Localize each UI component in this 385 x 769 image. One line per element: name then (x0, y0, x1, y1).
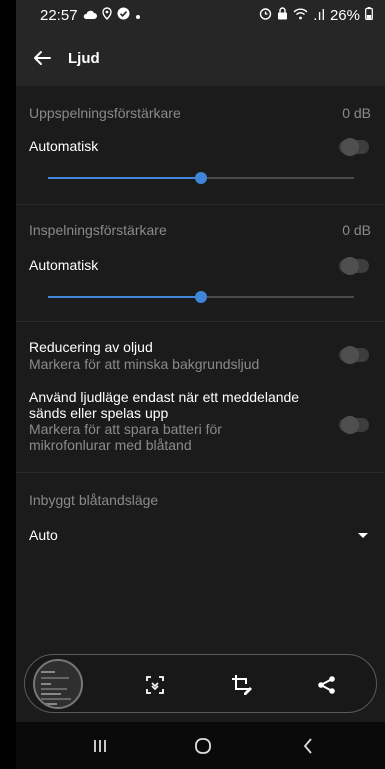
noise-reduction-toggle[interactable] (339, 346, 369, 364)
screen: 22:57 .ıl 26% Ljud Uppspelningsförstärka… (16, 0, 385, 769)
status-time: 22:57 (40, 6, 78, 24)
status-bar: 22:57 .ıl 26% (16, 0, 385, 30)
audio-mode-row[interactable]: Använd ljudläge endast när ett meddeland… (16, 383, 385, 453)
home-button[interactable] (189, 734, 217, 758)
screenshot-thumbnail[interactable] (33, 659, 83, 709)
screenshot-toolbar (24, 654, 377, 713)
playback-gain-slider[interactable] (48, 170, 354, 186)
audio-mode-title-line1: Använd ljudläge endast när ett meddeland… (29, 389, 300, 405)
audio-mode-subtitle-line1: Markera för att spara batteri för (29, 421, 222, 437)
back-nav-button[interactable] (294, 734, 322, 758)
home-icon (195, 738, 211, 754)
dot-icon (135, 7, 141, 24)
slider-fill (48, 296, 201, 298)
lock-icon (277, 6, 288, 24)
playback-auto-toggle[interactable] (339, 138, 369, 156)
recent-apps-icon (94, 740, 106, 752)
playback-auto-label: Automatisk (29, 138, 99, 154)
page-title: Ljud (68, 49, 100, 67)
battery-icon (365, 6, 373, 24)
audio-mode-toggle[interactable] (339, 416, 369, 434)
scroll-capture-icon (146, 676, 164, 694)
app-bar: Ljud (16, 30, 385, 86)
back-button[interactable] (26, 42, 58, 74)
noise-reduction-title: Reducering av oljud (29, 339, 153, 355)
noise-reduction-row[interactable]: Reducering av oljud Markera för att mins… (16, 322, 385, 382)
recording-gain-slider[interactable] (48, 289, 354, 305)
recording-gain-label: Inspelningsförstärkare (29, 222, 167, 238)
recording-gain-value: 0 dB (342, 222, 371, 238)
recording-gain-section: Inspelningsförstärkare 0 dB Automatisk (16, 205, 385, 320)
slider-thumb[interactable] (195, 291, 207, 303)
bluetooth-mode-value: Auto (29, 527, 58, 543)
share-button[interactable] (311, 669, 343, 701)
slider-fill (48, 177, 201, 179)
playback-gain-value: 0 dB (342, 105, 371, 121)
signal-icon: .ıl (313, 6, 325, 24)
check-circle-icon (117, 7, 130, 24)
crop-edit-icon (232, 675, 252, 695)
recent-apps-button[interactable] (86, 734, 114, 758)
bluetooth-mode-label: Inbyggt blåtandsläge (29, 492, 159, 508)
location-icon (101, 6, 112, 24)
alarm-icon (259, 7, 272, 24)
playback-gain-label: Uppspelningsförstärkare (29, 105, 181, 121)
playback-gain-section: Uppspelningsförstärkare 0 dB Automatisk (16, 86, 385, 204)
chevron-down-icon (358, 533, 368, 538)
bluetooth-mode-section: Inbyggt blåtandsläge Auto (16, 473, 385, 563)
audio-mode-subtitle-line2: mikrofonlurar med blåtand (29, 437, 192, 453)
crop-edit-button[interactable] (226, 669, 258, 701)
recording-auto-label: Automatisk (29, 257, 99, 273)
noise-reduction-subtitle: Markera för att minska bakgrundsljud (29, 356, 260, 372)
navigation-bar (16, 722, 385, 769)
arrow-left-icon (34, 51, 51, 65)
cloud-icon (83, 7, 97, 24)
battery-text: 26% (329, 6, 360, 24)
slider-thumb[interactable] (195, 172, 207, 184)
share-icon (318, 676, 335, 694)
wifi-icon (293, 7, 308, 24)
bluetooth-mode-dropdown[interactable]: Auto (16, 519, 385, 551)
back-nav-icon (303, 738, 312, 754)
scroll-capture-button[interactable] (139, 669, 171, 701)
recording-auto-toggle[interactable] (339, 257, 369, 275)
audio-mode-title-line2: sänds eller spelas upp (29, 405, 169, 421)
